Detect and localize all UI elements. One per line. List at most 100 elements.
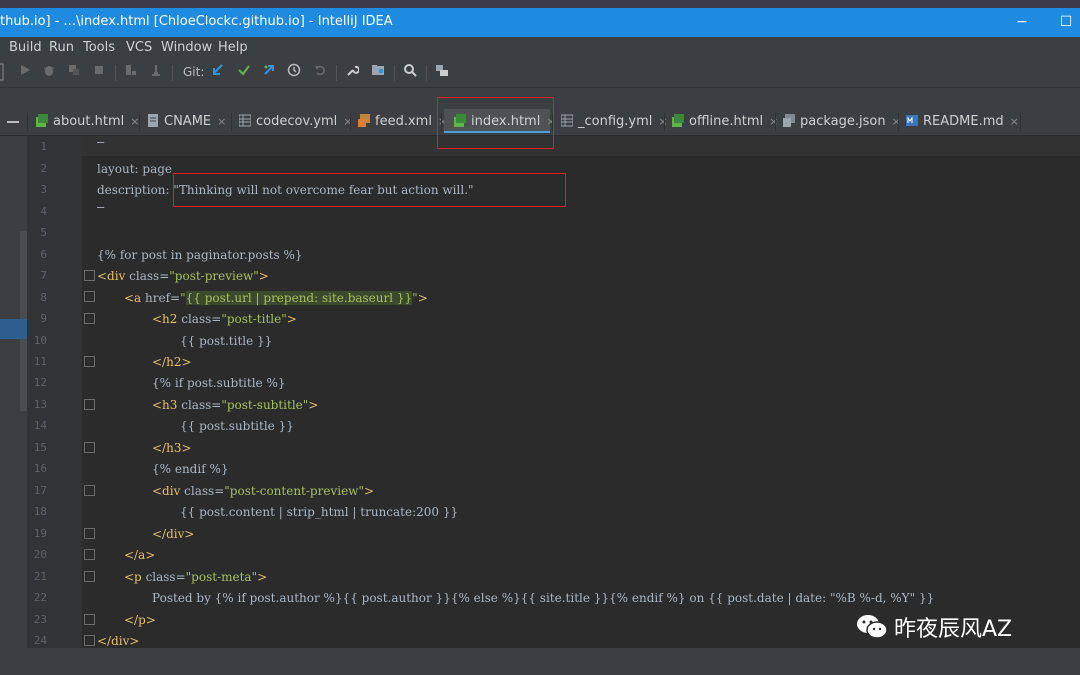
code-token: > — [258, 269, 269, 283]
tab-readme-md[interactable]: README.md × — [906, 109, 1019, 135]
code-token: "post-content-preview" — [224, 484, 364, 498]
vcs-operations-icon[interactable] — [432, 63, 452, 83]
code-token: class= — [184, 484, 225, 498]
line-number: 19 — [33, 527, 47, 540]
code-token: "post-meta" — [185, 570, 258, 584]
toolbar-separator — [336, 65, 337, 81]
fold-marker[interactable] — [84, 614, 95, 625]
line-number: 2 — [40, 162, 47, 175]
code-token: > — [257, 570, 268, 584]
fold-marker[interactable] — [84, 485, 95, 496]
fold-marker[interactable] — [84, 291, 95, 302]
minimize-button[interactable]: − — [1012, 12, 1032, 32]
line-number: 15 — [33, 441, 47, 454]
title-bar: thub.io] - ...\index.html [ChloeClockc.g… — [0, 8, 1080, 37]
tab-separator — [139, 113, 140, 131]
code-token: <p — [124, 570, 146, 584]
fold-marker[interactable] — [84, 270, 95, 281]
fold-marker[interactable] — [84, 399, 95, 410]
tab-feed-xml[interactable]: feed.xml × — [358, 109, 447, 135]
fold-marker[interactable] — [84, 356, 95, 367]
fold-marker[interactable] — [84, 635, 95, 646]
yml-file-icon — [239, 114, 251, 127]
close-icon[interactable]: × — [217, 115, 226, 128]
vcs-revert-icon[interactable] — [310, 63, 330, 83]
project-structure-folder-icon[interactable] — [368, 63, 388, 83]
code-line-2: layout: page — [97, 162, 173, 176]
project-structure-icon[interactable] — [146, 63, 166, 83]
line-number: 21 — [33, 570, 47, 583]
menu-vcs[interactable]: VCS — [126, 40, 152, 55]
fold-marker[interactable] — [84, 528, 95, 539]
bottom-status-area — [0, 648, 1080, 675]
code-line-1: — — [97, 135, 105, 149]
menu-bar: Build Run Tools VCS Window Help — [0, 37, 1080, 59]
close-icon[interactable]: × — [892, 115, 901, 128]
code-line-14: {{ post.subtitle }} — [180, 419, 294, 433]
code-token: "post-preview" — [169, 269, 259, 283]
line-number: 3 — [40, 183, 47, 196]
tab-label: package.json — [800, 114, 886, 129]
code-line-11: </h2> — [152, 355, 192, 369]
build-icon[interactable] — [121, 63, 141, 83]
line-number: 12 — [33, 376, 47, 389]
tab-cname[interactable]: CNAME × — [147, 109, 226, 135]
stop-icon[interactable] — [89, 63, 109, 83]
debug-icon[interactable] — [39, 63, 59, 83]
tab-config-yml[interactable]: _config.yml × — [561, 109, 668, 135]
watermark-text: 昨夜辰风AZ — [894, 617, 1013, 642]
tab-separator — [350, 113, 351, 131]
tab-package-json[interactable]: package.json × — [783, 109, 901, 135]
vcs-commit-icon[interactable] — [234, 63, 254, 83]
fold-marker[interactable] — [84, 571, 95, 582]
line-number: 14 — [33, 419, 47, 432]
window-top-strip — [0, 0, 1080, 8]
code-token: " — [180, 291, 186, 305]
code-token: description: — [97, 183, 174, 197]
code-line-20: </a> — [124, 548, 156, 562]
close-icon[interactable]: × — [658, 115, 667, 128]
menu-window[interactable]: Window — [161, 40, 212, 55]
maximize-button[interactable]: ☐ — [1056, 12, 1076, 32]
code-token: href= — [145, 291, 181, 305]
fold-marker[interactable] — [84, 442, 95, 453]
code-token: > — [308, 398, 319, 412]
fold-marker[interactable] — [84, 313, 95, 324]
code-token: "post-subtitle" — [221, 398, 309, 412]
menu-help[interactable]: Help — [218, 40, 248, 55]
tab-collapse-icon[interactable] — [7, 121, 19, 123]
line-number: 7 — [40, 269, 47, 282]
menu-tools[interactable]: Tools — [83, 40, 115, 55]
code-token: "post-title" — [221, 312, 287, 326]
tab-codecov-yml[interactable]: codecov.yml × — [239, 109, 352, 135]
run-config-dropdown[interactable] — [0, 63, 6, 83]
code-line-23: </p> — [124, 613, 156, 627]
close-icon[interactable]: × — [769, 115, 778, 128]
menu-run[interactable]: Run — [49, 40, 74, 55]
close-icon[interactable]: × — [1010, 115, 1019, 128]
vcs-update-icon[interactable] — [208, 63, 228, 83]
code-line-21: <p class="post-meta"> — [124, 570, 267, 584]
close-icon[interactable]: × — [343, 115, 352, 128]
code-line-6: {% for post in paginator.posts %} — [97, 248, 303, 262]
toolbar-separator — [426, 65, 427, 81]
run-icon[interactable] — [15, 63, 35, 83]
tab-about-html[interactable]: about.html × — [36, 109, 139, 135]
search-icon[interactable] — [400, 63, 420, 83]
tab-label: codecov.yml — [256, 114, 338, 129]
tab-offline-html[interactable]: offline.html × — [672, 109, 778, 135]
fold-marker[interactable] — [84, 549, 95, 560]
tab-label: offline.html — [689, 114, 764, 129]
left-tool-strip — [0, 136, 27, 675]
settings-wrench-icon[interactable] — [342, 63, 362, 83]
tab-separator — [664, 113, 665, 131]
line-number: 4 — [40, 205, 47, 218]
vcs-history-icon[interactable] — [284, 63, 304, 83]
vcs-push-icon[interactable] — [259, 63, 279, 83]
code-line-9: <h2 class="post-title"> — [152, 312, 297, 326]
coverage-icon[interactable] — [64, 63, 84, 83]
line-number: 13 — [33, 398, 47, 411]
menu-build[interactable]: Build — [9, 40, 42, 55]
main-toolbar: Git: — [0, 59, 1080, 88]
line-number: 20 — [33, 548, 47, 561]
